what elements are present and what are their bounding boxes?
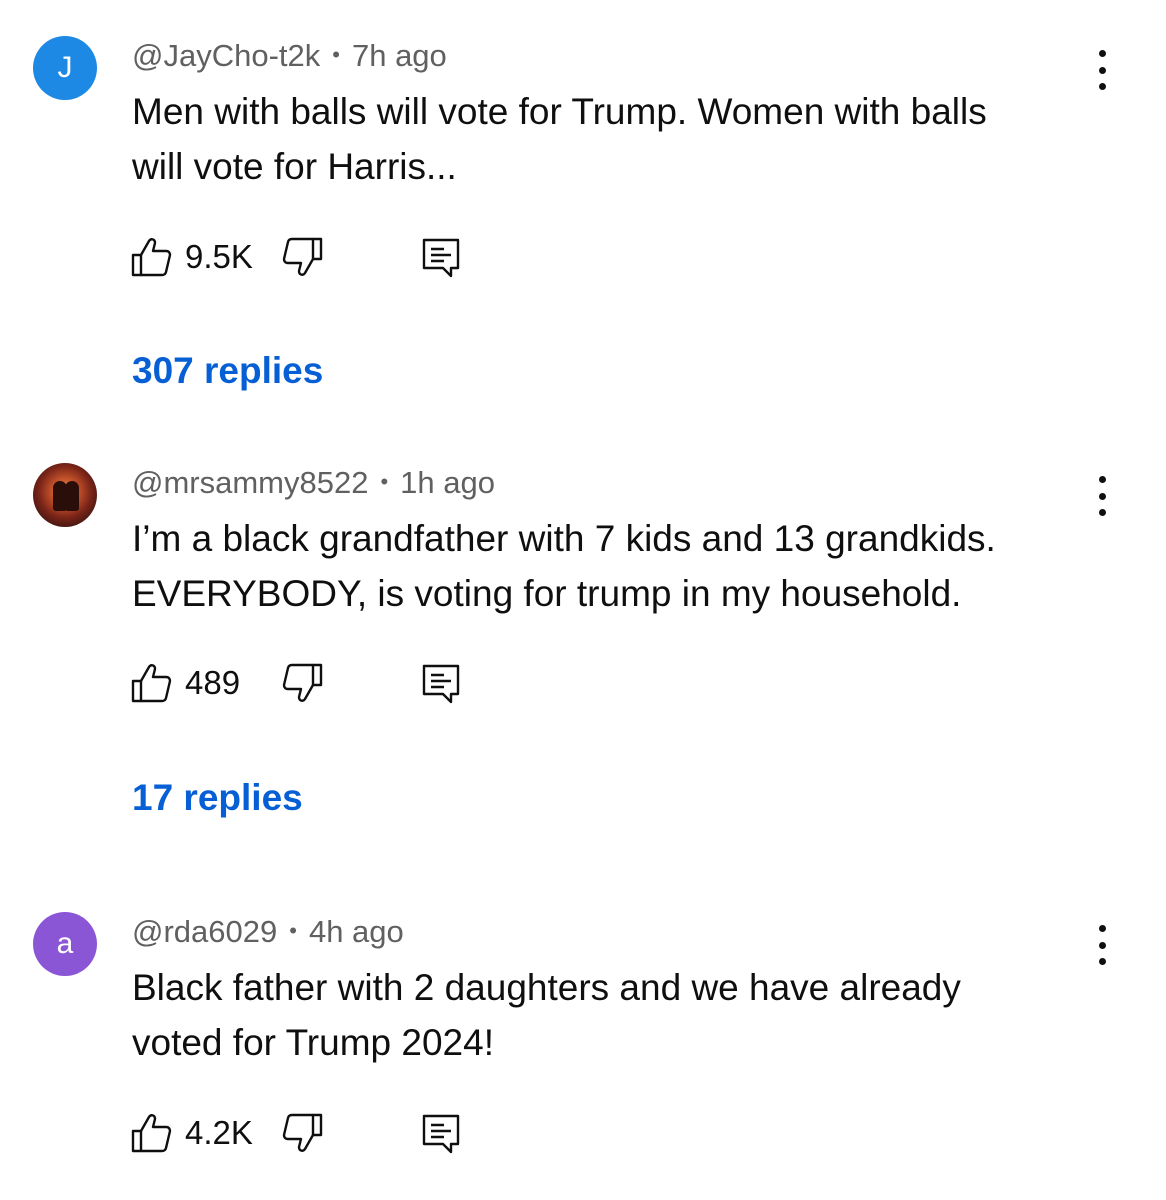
author-handle[interactable]: @mrsammy8522 [132,465,368,500]
reply-icon[interactable] [420,1112,462,1154]
like-count: 489 [185,664,241,701]
comment-time[interactable]: 7h ago [352,38,447,73]
comment-text-line: Black father with 2 daughters and we hav… [132,967,961,1008]
avatar-photo-figure [65,481,79,511]
more-vert-icon[interactable] [1090,476,1114,516]
avatar[interactable] [33,463,97,527]
comment-text: I’m a black grandfather with 7 kids and … [132,511,1092,621]
meta-separator: • [289,917,297,943]
meta-separator: • [332,41,340,67]
comment-text-line: voted for Trump 2024! [132,1022,494,1063]
comment-text-line: I’m a black grandfather with 7 kids and … [132,518,996,559]
view-replies-button[interactable]: 307 replies [132,350,323,392]
author-handle[interactable]: @JayCho-t2k [132,38,320,73]
more-vert-icon[interactable] [1090,925,1114,965]
comment-meta: @rda6029 • 4h ago [132,914,404,950]
author-handle[interactable]: @rda6029 [132,914,277,949]
reply-icon[interactable] [420,662,462,704]
thumbs-down-icon[interactable] [282,236,324,278]
comment-meta: @mrsammy8522 • 1h ago [132,465,495,501]
comment-text-line: will vote for Harris... [132,146,457,187]
avatar-letter: J [57,51,73,84]
view-replies-button[interactable]: 17 replies [132,777,303,819]
more-vert-icon[interactable] [1090,50,1114,90]
thumbs-down-icon[interactable] [282,662,324,704]
like-count: 4.2K [185,1114,253,1151]
comment-time[interactable]: 1h ago [400,465,495,500]
like-count: 9.5K [185,238,253,275]
avatar[interactable]: a [33,912,97,976]
comment-text: Black father with 2 daughters and we hav… [132,960,1092,1070]
comment-text: Men with balls will vote for Trump. Wome… [132,84,1092,194]
avatar[interactable]: J [33,36,97,100]
reply-icon[interactable] [420,236,462,278]
comment-time[interactable]: 4h ago [309,914,404,949]
thumbs-up-icon[interactable] [130,1112,172,1154]
comment-text-line: EVERYBODY, is voting for trump in my hou… [132,573,962,614]
comment-text-line: Men with balls will vote for Trump. Wome… [132,91,987,132]
thumbs-down-icon[interactable] [282,1112,324,1154]
thumbs-up-icon[interactable] [130,236,172,278]
meta-separator: • [380,468,389,494]
avatar-letter: a [56,927,74,960]
comment-meta: @JayCho-t2k • 7h ago [132,38,447,74]
thumbs-up-icon[interactable] [130,662,172,704]
